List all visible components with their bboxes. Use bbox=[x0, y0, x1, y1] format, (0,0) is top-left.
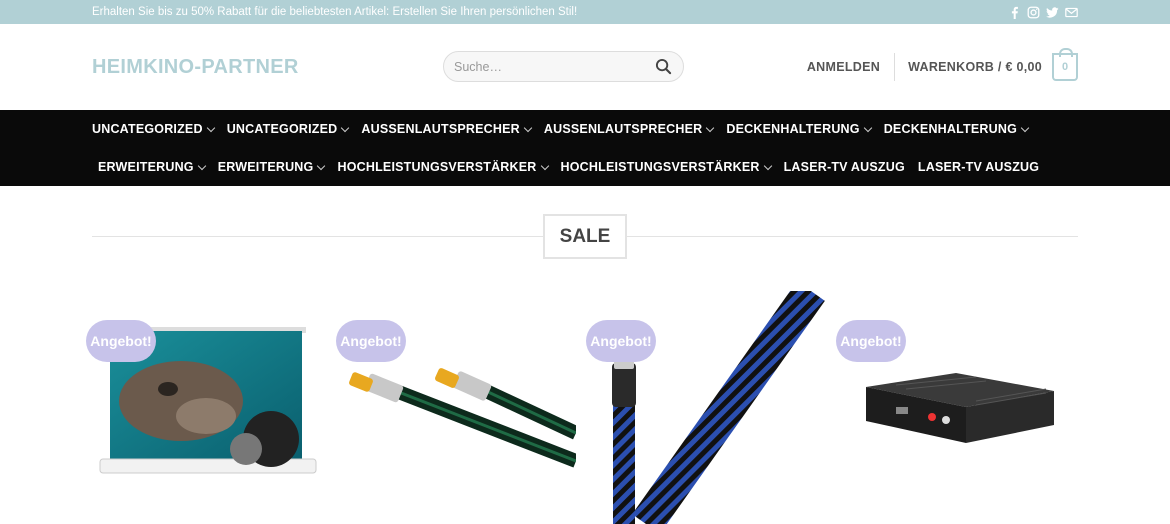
nav-item-label: LASER-TV AUSZUG bbox=[783, 160, 905, 174]
nav-item-label: DECKENHALTERUNG bbox=[726, 122, 860, 136]
main-nav: UNCATEGORIZED UNCATEGORIZED AUSSENLAUTSP… bbox=[0, 110, 1170, 186]
search-icon[interactable] bbox=[653, 57, 673, 77]
nav-item-label: UNCATEGORIZED bbox=[92, 122, 203, 136]
nav-item-erweiterung[interactable]: ERWEITERUNG bbox=[98, 160, 206, 174]
chevron-down-icon bbox=[763, 161, 772, 170]
chevron-down-icon bbox=[197, 161, 206, 170]
site-header: HEIMKINO-PARTNER ANMELDEN WARENKORB / € … bbox=[0, 24, 1170, 110]
section-title: SALE bbox=[543, 214, 627, 259]
chevron-down-icon bbox=[523, 123, 533, 132]
promo-text: Erhalten Sie bis zu 50% Rabatt für die b… bbox=[92, 6, 578, 18]
nav-item-hochleistungsverstaerker[interactable]: HOCHLEISTUNGSVERSTÄRKER bbox=[337, 160, 549, 174]
nav-item-label: HOCHLEISTUNGSVERSTÄRKER bbox=[337, 160, 537, 174]
nav-item-label: ERWEITERUNG bbox=[98, 160, 194, 174]
product-card[interactable]: Angebot! bbox=[586, 291, 826, 524]
cart-link[interactable]: WARENKORB / € 0,00 bbox=[908, 60, 1042, 74]
chevron-down-icon bbox=[1020, 123, 1030, 132]
cart-count-badge[interactable]: 0 bbox=[1052, 48, 1078, 81]
nav-item-label: AUSSENLAUTSPRECHER bbox=[543, 122, 703, 136]
facebook-icon[interactable] bbox=[1008, 6, 1021, 19]
chevron-down-icon bbox=[863, 123, 872, 132]
instagram-icon[interactable] bbox=[1027, 6, 1040, 19]
search-box bbox=[443, 51, 684, 82]
product-card[interactable]: Angebot! bbox=[336, 291, 576, 524]
product-card[interactable]: Angebot! bbox=[86, 291, 326, 524]
nav-item-label: AUSSENLAUTSPRECHER bbox=[361, 122, 520, 136]
nav-item-laser-tv-auszug[interactable]: LASER-TV AUSZUG bbox=[918, 160, 1039, 174]
header-divider bbox=[894, 53, 896, 81]
product-grid: Angebot! Angebot! Angebot! Angebot! bbox=[0, 291, 1170, 524]
nav-item-label: DECKENHALTERUNG bbox=[883, 122, 1018, 136]
sale-badge: Angebot! bbox=[86, 320, 156, 362]
sale-badge: Angebot! bbox=[586, 320, 656, 362]
chevron-down-icon bbox=[317, 161, 326, 170]
nav-row-1: UNCATEGORIZED UNCATEGORIZED AUSSENLAUTSP… bbox=[92, 110, 1078, 148]
nav-item-uncategorized[interactable]: UNCATEGORIZED bbox=[226, 122, 350, 136]
nav-item-deckenhalterung[interactable]: DECKENHALTERUNG bbox=[726, 122, 872, 136]
login-link[interactable]: ANMELDEN bbox=[807, 60, 880, 74]
site-logo[interactable]: HEIMKINO-PARTNER bbox=[92, 56, 299, 79]
chevron-down-icon bbox=[206, 123, 215, 132]
social-links bbox=[1008, 6, 1078, 19]
chevron-down-icon bbox=[706, 123, 715, 132]
top-bar: Erhalten Sie bis zu 50% Rabatt für die b… bbox=[0, 0, 1170, 24]
nav-row-2: ERWEITERUNG ERWEITERUNG HOCHLEISTUNGSVER… bbox=[92, 148, 1078, 186]
sale-section-header: SALE bbox=[0, 186, 1170, 286]
nav-item-label: HOCHLEISTUNGSVERSTÄRKER bbox=[560, 160, 760, 174]
account-area: ANMELDEN WARENKORB / € 0,00 0 bbox=[807, 24, 1078, 110]
nav-item-laser-tv-auszug[interactable]: LASER-TV AUSZUG bbox=[784, 160, 905, 174]
search-input[interactable] bbox=[454, 59, 653, 74]
nav-item-deckenhalterung[interactable]: DECKENHALTERUNG bbox=[883, 122, 1030, 136]
nav-item-uncategorized[interactable]: UNCATEGORIZED bbox=[92, 122, 215, 136]
product-card[interactable]: Angebot! bbox=[836, 291, 1076, 524]
chevron-down-icon bbox=[341, 123, 350, 132]
nav-item-aussenlautsprecher[interactable]: AUSSENLAUTSPRECHER bbox=[361, 122, 533, 136]
nav-item-aussenlautsprecher[interactable]: AUSSENLAUTSPRECHER bbox=[543, 122, 715, 136]
nav-item-hochleistungsverstaerker[interactable]: HOCHLEISTUNGSVERSTÄRKER bbox=[560, 160, 772, 174]
nav-item-erweiterung[interactable]: ERWEITERUNG bbox=[217, 160, 326, 174]
email-icon[interactable] bbox=[1065, 6, 1078, 19]
nav-item-label: UNCATEGORIZED bbox=[226, 122, 338, 136]
twitter-icon[interactable] bbox=[1046, 6, 1059, 19]
nav-item-label: LASER-TV AUSZUG bbox=[917, 160, 1040, 174]
sale-badge: Angebot! bbox=[336, 320, 406, 362]
nav-item-label: ERWEITERUNG bbox=[217, 160, 314, 174]
chevron-down-icon bbox=[540, 161, 549, 170]
sale-badge: Angebot! bbox=[836, 320, 906, 362]
